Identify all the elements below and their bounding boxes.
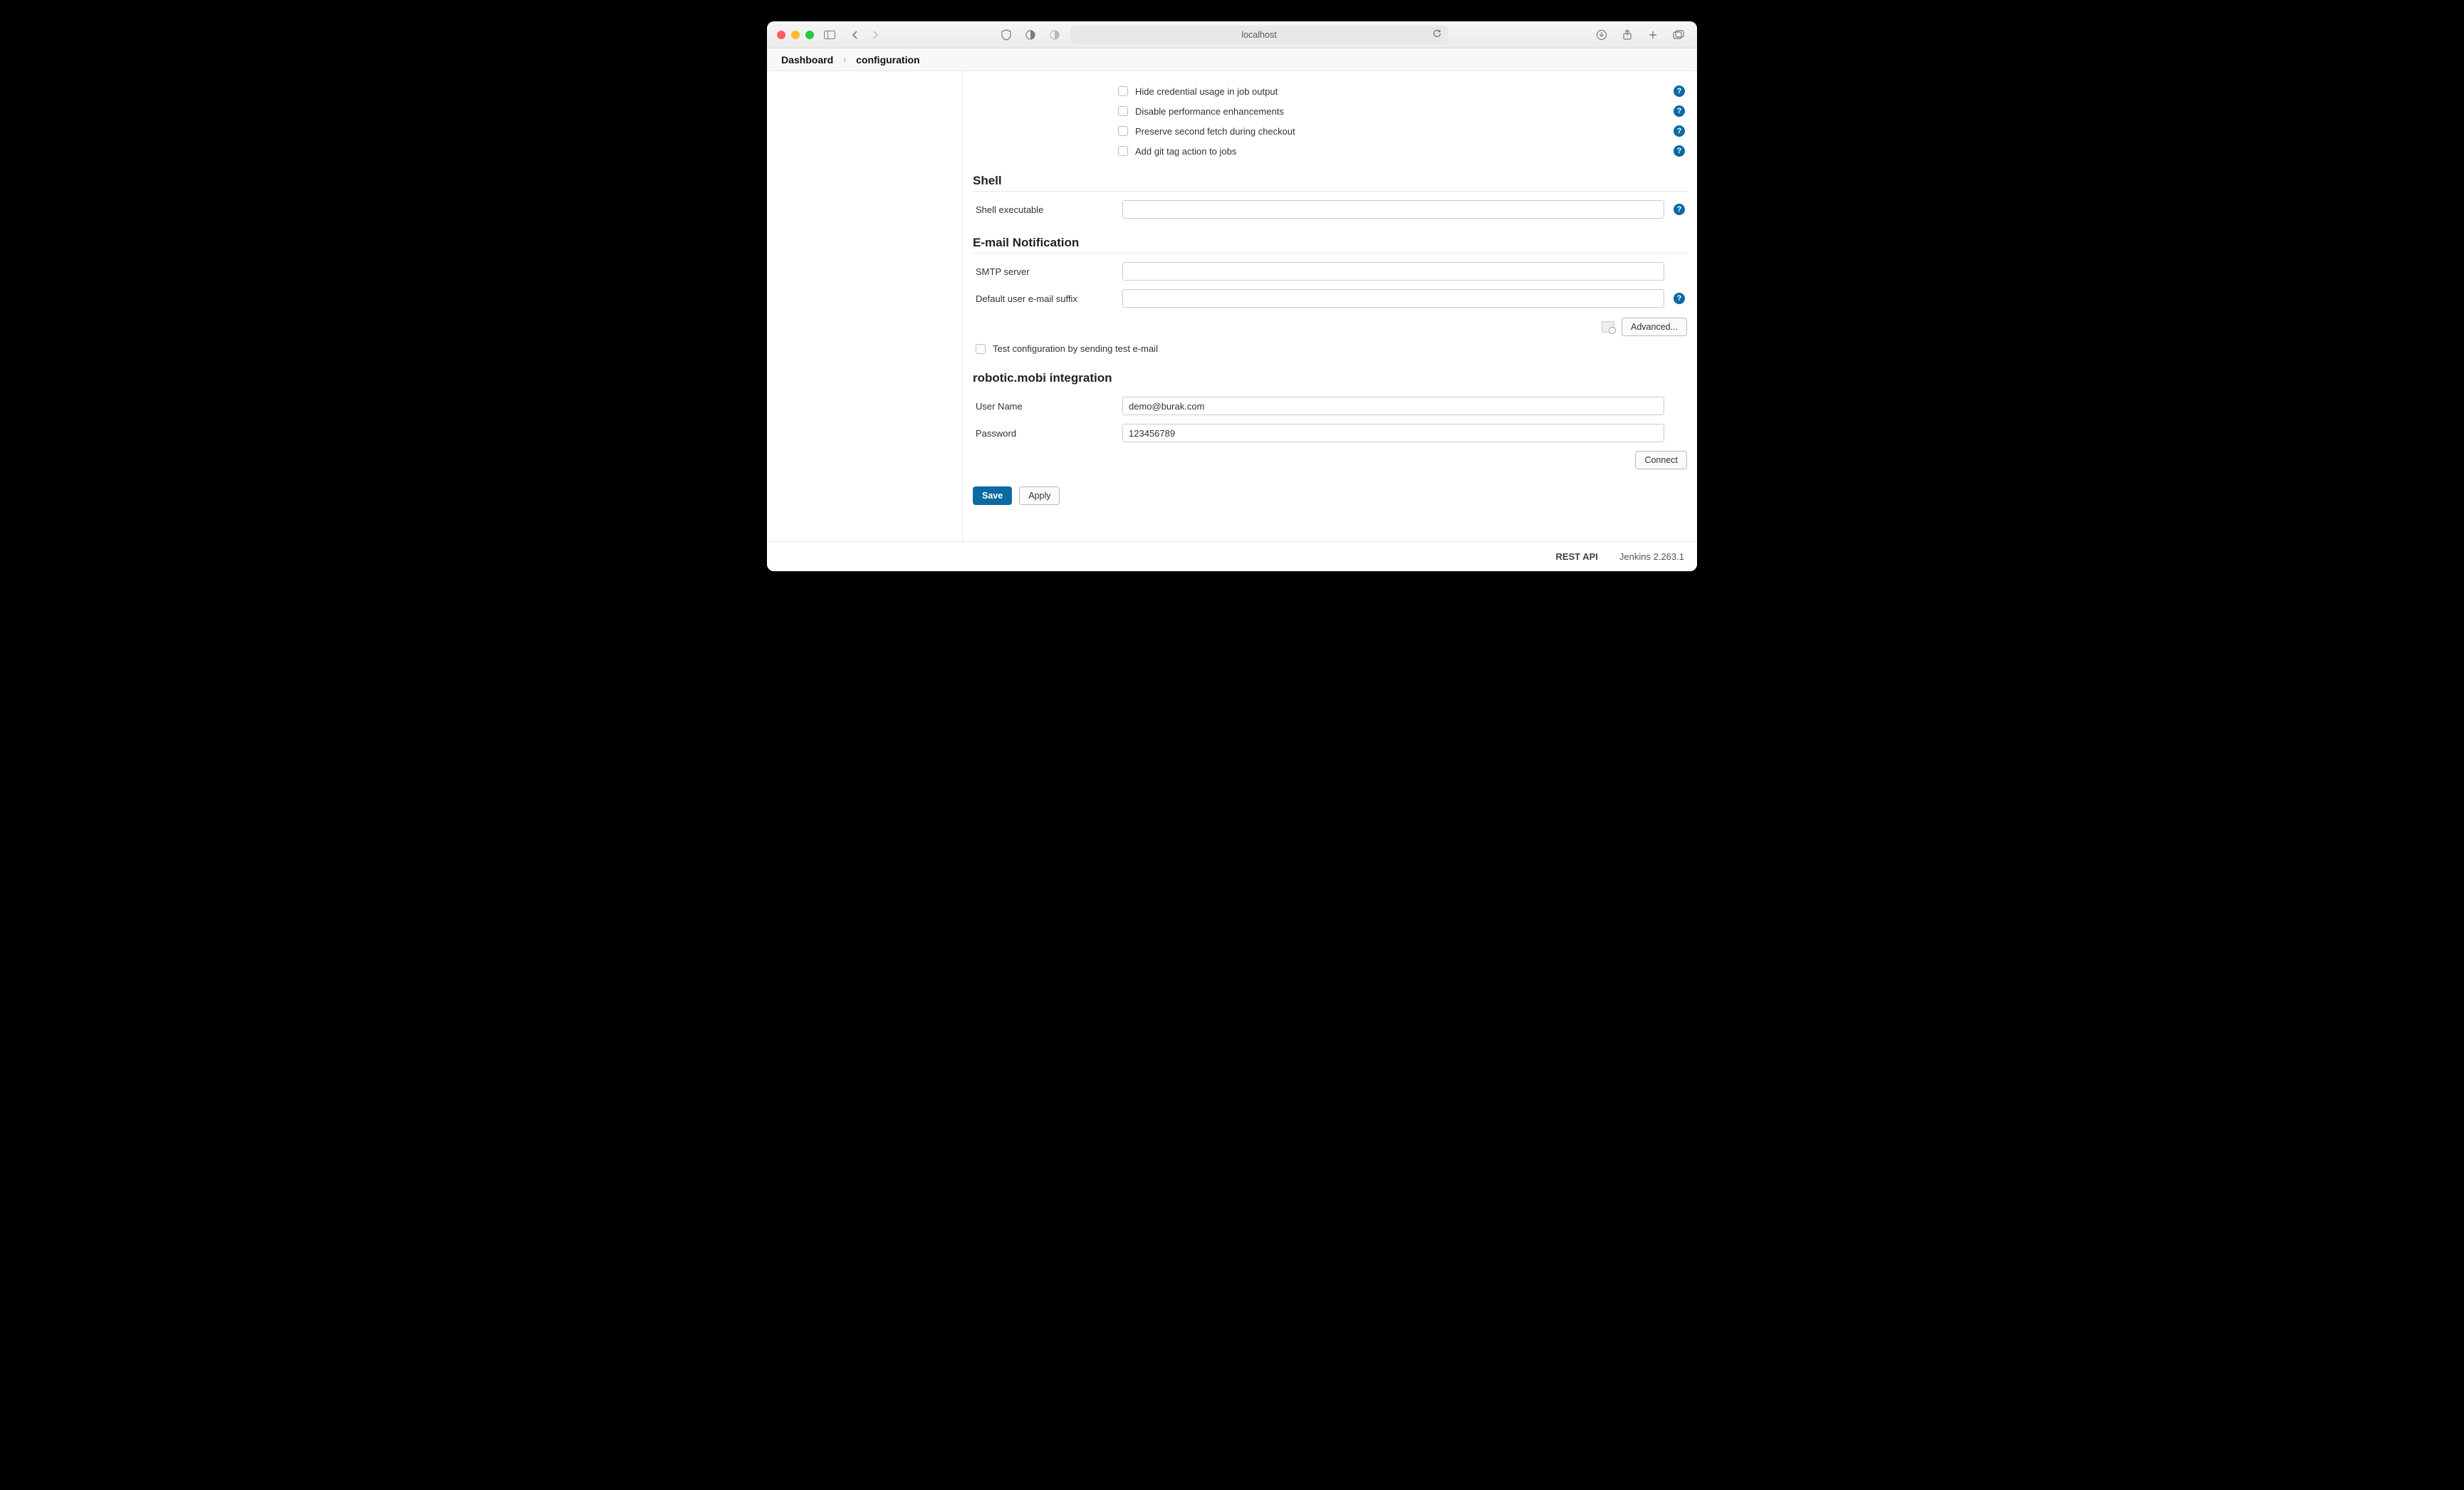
- label-username: User Name: [973, 401, 1115, 412]
- footer: REST API Jenkins 2.263.1: [767, 541, 1697, 571]
- help-icon[interactable]: ?: [1674, 145, 1685, 157]
- chevron-right-icon: ›: [843, 55, 846, 65]
- checkbox[interactable]: [1118, 86, 1128, 96]
- breadcrumb-root[interactable]: Dashboard: [781, 54, 833, 66]
- checkbox[interactable]: [1118, 106, 1128, 116]
- row-username: User Name: [973, 392, 1687, 420]
- option-disable-perf: Disable performance enhancements ?: [973, 101, 1687, 121]
- checkbox[interactable]: [1118, 126, 1128, 136]
- address-text: localhost: [1241, 30, 1276, 40]
- help-icon[interactable]: ?: [1674, 85, 1685, 97]
- checkbox-label: Disable performance enhancements: [1135, 106, 1664, 117]
- save-button[interactable]: Save: [973, 486, 1012, 505]
- tabs-overview-icon[interactable]: [1670, 27, 1687, 43]
- checkbox[interactable]: [1118, 146, 1128, 156]
- username-input[interactable]: [1122, 397, 1664, 415]
- row-smtp-server: SMTP server: [973, 258, 1687, 285]
- tracker-icon[interactable]: [1046, 27, 1063, 43]
- share-icon[interactable]: [1619, 27, 1636, 43]
- password-input[interactable]: [1122, 424, 1664, 442]
- option-test-email: Test configuration by sending test e-mai…: [973, 339, 1687, 358]
- main-content: Hide credential usage in job output ? Di…: [963, 71, 1697, 541]
- email-suffix-input[interactable]: [1122, 289, 1664, 308]
- row-shell-executable: Shell executable ?: [973, 196, 1687, 223]
- maximize-window-icon[interactable]: [805, 31, 814, 39]
- nav-forward-icon[interactable]: [867, 27, 884, 43]
- option-add-git-tag: Add git tag action to jobs ?: [973, 141, 1687, 161]
- option-preserve-fetch: Preserve second fetch during checkout ?: [973, 121, 1687, 141]
- option-hide-credential: Hide credential usage in job output ?: [973, 81, 1687, 101]
- checkbox-label: Preserve second fetch during checkout: [1135, 126, 1664, 137]
- section-title-shell: Shell: [973, 174, 1687, 192]
- close-window-icon[interactable]: [777, 31, 785, 39]
- label-shell-executable: Shell executable: [973, 204, 1115, 215]
- footer-rest-api[interactable]: REST API: [1555, 551, 1597, 562]
- address-bar[interactable]: localhost: [1070, 26, 1448, 44]
- nav-back-icon[interactable]: [847, 27, 864, 43]
- label-email-suffix: Default user e-mail suffix: [973, 293, 1115, 304]
- section-title-email: E-mail Notification: [973, 236, 1687, 254]
- apply-button[interactable]: Apply: [1019, 486, 1060, 505]
- browser-toolbar: localhost: [767, 21, 1697, 48]
- shield-icon[interactable]: [998, 27, 1015, 43]
- connect-button[interactable]: Connect: [1635, 451, 1687, 469]
- browser-window: localhost Dashboard › configuration: [767, 21, 1697, 571]
- breadcrumb-page: configuration: [856, 54, 919, 66]
- minimize-window-icon[interactable]: [791, 31, 800, 39]
- smtp-server-input[interactable]: [1122, 262, 1664, 281]
- section-title-robotic: robotic.mobi integration: [973, 371, 1687, 388]
- label-password: Password: [973, 428, 1115, 439]
- breadcrumb: Dashboard › configuration: [767, 48, 1697, 71]
- advanced-icon: [1602, 321, 1614, 333]
- help-icon[interactable]: ?: [1674, 204, 1685, 215]
- sidebar-toggle-icon[interactable]: [821, 27, 838, 43]
- shell-executable-input[interactable]: [1122, 200, 1664, 219]
- help-icon[interactable]: ?: [1674, 105, 1685, 117]
- reload-icon[interactable]: [1432, 28, 1442, 38]
- checkbox-label: Hide credential usage in job output: [1135, 86, 1664, 97]
- row-email-suffix: Default user e-mail suffix ?: [973, 285, 1687, 312]
- row-password: Password: [973, 420, 1687, 447]
- window-controls: [777, 31, 814, 39]
- help-icon[interactable]: ?: [1674, 125, 1685, 137]
- label-smtp: SMTP server: [973, 266, 1115, 277]
- downloads-icon[interactable]: [1593, 27, 1610, 43]
- footer-jenkins-version: Jenkins 2.263.1: [1619, 551, 1684, 562]
- new-tab-icon[interactable]: [1644, 27, 1661, 43]
- checkbox[interactable]: [976, 344, 986, 354]
- advanced-button[interactable]: Advanced...: [1622, 318, 1687, 336]
- checkbox-label: Test configuration by sending test e-mai…: [993, 343, 1687, 354]
- privacy-icon[interactable]: [1022, 27, 1039, 43]
- checkbox-label: Add git tag action to jobs: [1135, 146, 1664, 157]
- sidebar: [767, 71, 963, 541]
- help-icon[interactable]: ?: [1674, 293, 1685, 304]
